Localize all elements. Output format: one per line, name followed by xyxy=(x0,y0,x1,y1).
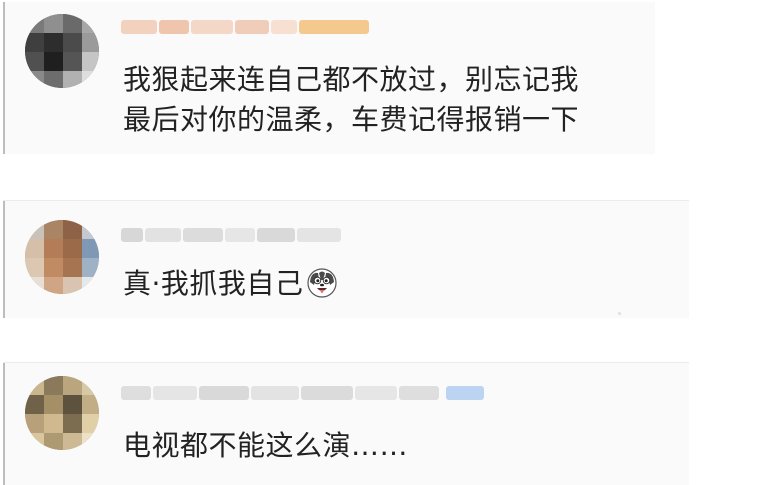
card-divider xyxy=(3,362,689,363)
card-divider xyxy=(3,200,689,201)
comment-text: 电视都不能这么演…… xyxy=(123,426,408,466)
comment-text: 真·我抓我自己 xyxy=(123,264,338,309)
comment-card: 真·我抓我自己 xyxy=(3,200,689,318)
blurred-username[interactable] xyxy=(121,382,486,406)
decorative-dot xyxy=(618,312,621,315)
comment-line: 最后对你的温柔，车费记得报销一下 xyxy=(123,103,580,136)
comment-line: 我狠起来连自己都不放过，别忘记我 xyxy=(123,63,580,96)
comment-text: 我狠起来连自己都不放过，别忘记我 最后对你的温柔，车费记得报销一下 xyxy=(123,60,579,140)
husky-laughing-icon xyxy=(307,268,338,309)
card-edge xyxy=(3,362,5,485)
comment-line: 电视都不能这么演…… xyxy=(123,429,409,462)
blurred-username[interactable] xyxy=(121,16,371,40)
blurred-username[interactable] xyxy=(121,224,341,248)
card-edge xyxy=(3,200,5,318)
comment-card: 电视都不能这么演…… xyxy=(3,362,689,485)
comment-card: 我狠起来连自己都不放过，别忘记我 最后对你的温柔，车费记得报销一下 xyxy=(3,2,655,154)
comment-line: 真·我抓我自己 xyxy=(123,267,304,300)
avatar[interactable] xyxy=(25,220,99,294)
card-edge xyxy=(3,2,5,154)
avatar[interactable] xyxy=(25,376,99,450)
comment-screenshot: 我狠起来连自己都不放过，别忘记我 最后对你的温柔，车费记得报销一下 真·我抓我自… xyxy=(0,0,760,485)
avatar[interactable] xyxy=(25,14,99,88)
